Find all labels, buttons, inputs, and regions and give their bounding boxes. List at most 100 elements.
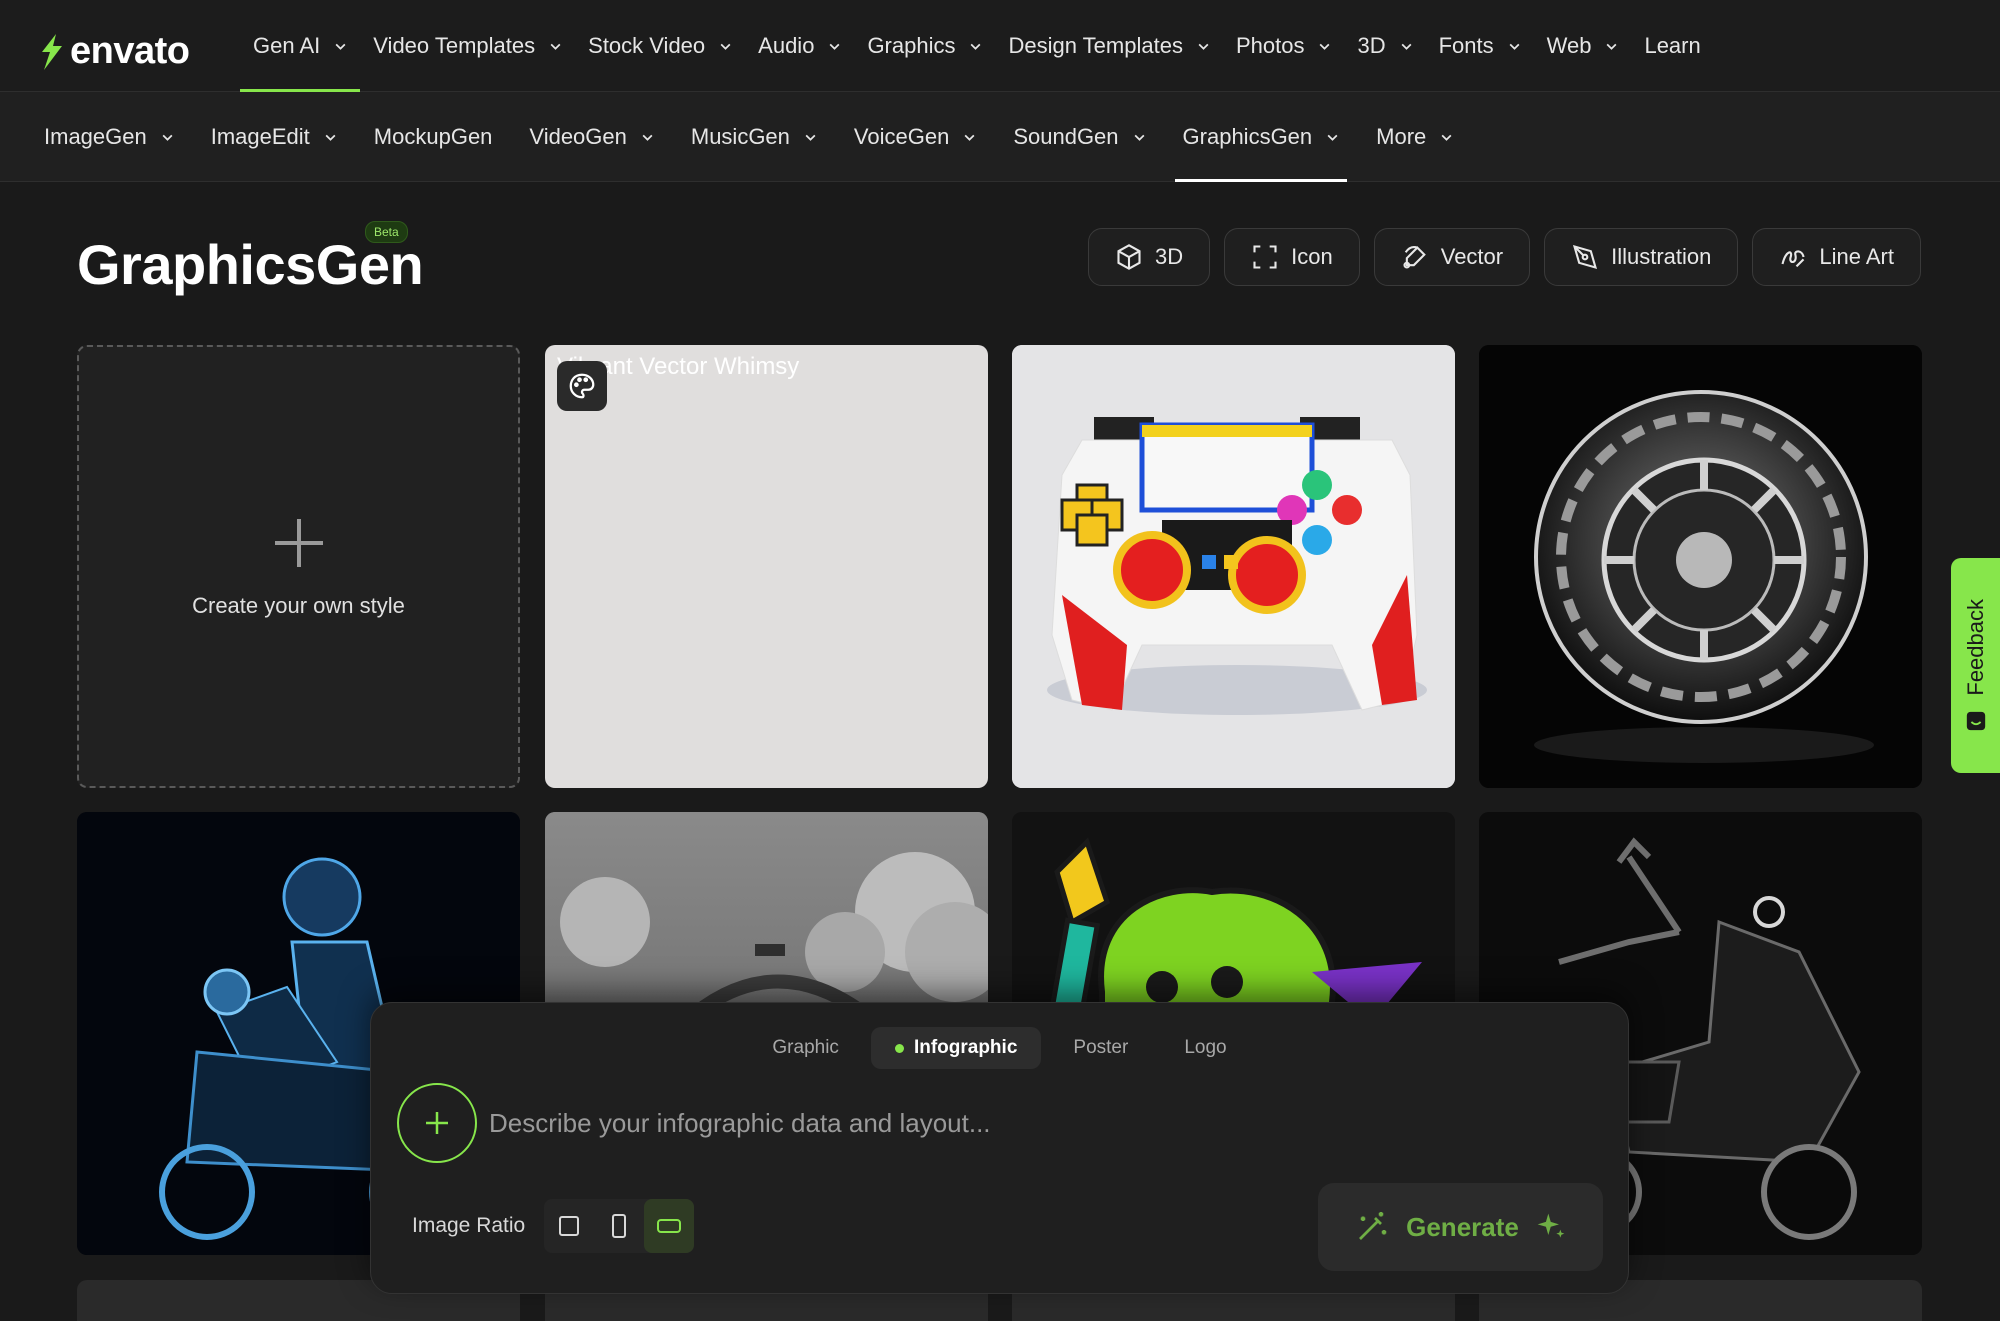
- feedback-tab[interactable]: Feedback: [1951, 558, 2000, 773]
- chevron-down-icon: [1401, 43, 1412, 50]
- subnav-label: SoundGen: [1013, 124, 1119, 149]
- tab-infographic[interactable]: Infographic: [870, 1027, 1042, 1069]
- topnav-3d[interactable]: 3D: [1344, 0, 1425, 92]
- prompt-input[interactable]: [489, 1099, 1489, 1147]
- tab-graphic[interactable]: Graphic: [748, 1027, 863, 1069]
- topnav-label: Photos: [1235, 33, 1305, 58]
- subnav-imageedit[interactable]: ImageEdit: [197, 92, 351, 182]
- subnav-label: MockupGen: [373, 124, 493, 149]
- ratio-portrait-button[interactable]: [594, 1199, 644, 1253]
- active-dot-icon: [894, 1043, 904, 1053]
- topnav-label: Stock Video: [588, 33, 706, 58]
- topnav-web[interactable]: Web: [1534, 0, 1632, 92]
- sparkle-icon: [1537, 1213, 1565, 1238]
- style-card-pixel-controller[interactable]: [1012, 345, 1455, 788]
- palette-icon: [569, 373, 595, 399]
- chip-line-art[interactable]: Line Art: [1752, 228, 1921, 286]
- subnav-imagegen[interactable]: ImageGen: [30, 92, 188, 182]
- chevron-down-icon: [720, 43, 731, 50]
- chevron-down-icon: [162, 134, 173, 141]
- generate-label: Generate: [1406, 1211, 1519, 1242]
- chip-illustration[interactable]: Illustration: [1544, 228, 1739, 286]
- glass-tire-image: [1479, 345, 1922, 788]
- frame-icon: [1253, 245, 1277, 269]
- chip-label: Line Art: [1819, 244, 1894, 269]
- subnav-label: ImageGen: [44, 124, 147, 149]
- generate-button[interactable]: Generate: [1318, 1183, 1603, 1271]
- pen-nib-icon: [1573, 244, 1598, 270]
- topnav-design-templates[interactable]: Design Templates: [995, 0, 1222, 92]
- envato-wordmark: envato: [70, 30, 190, 72]
- chip-3d[interactable]: 3D: [1088, 228, 1211, 286]
- topnav-graphics[interactable]: Graphics: [854, 0, 995, 92]
- topnav-audio[interactable]: Audio: [745, 0, 854, 92]
- subnav-soundgen[interactable]: SoundGen: [999, 92, 1159, 182]
- topnav-fonts[interactable]: Fonts: [1426, 0, 1534, 92]
- magic-wand-icon: [1359, 1212, 1387, 1240]
- chip-label: Illustration: [1611, 244, 1712, 269]
- chip-label: Vector: [1440, 244, 1504, 269]
- subnav-more[interactable]: More: [1362, 92, 1467, 182]
- topnav-label: Fonts: [1438, 33, 1494, 58]
- line-art-icon: [1781, 250, 1805, 268]
- chevron-down-icon: [971, 43, 981, 50]
- chevron-down-icon: [642, 134, 653, 141]
- subnav-label: VoiceGen: [853, 124, 950, 149]
- palette-button[interactable]: [557, 361, 607, 411]
- topnav-photos[interactable]: Photos: [1223, 0, 1345, 92]
- chevron-down-icon: [805, 134, 816, 141]
- chevron-down-icon: [1320, 43, 1330, 50]
- subnav-label: MusicGen: [690, 124, 790, 149]
- topnav-stock-video[interactable]: Stock Video: [575, 0, 745, 92]
- tab-logo[interactable]: Logo: [1160, 1027, 1250, 1069]
- subnav-graphicsgen[interactable]: GraphicsGen: [1169, 92, 1354, 182]
- cube-icon: [1117, 244, 1141, 270]
- subnav-musicgen[interactable]: MusicGen: [677, 92, 831, 182]
- topnav-label: Video Templates: [373, 33, 536, 58]
- chevron-down-icon: [550, 43, 561, 50]
- subnav-label: More: [1376, 124, 1427, 149]
- feedback-label: Feedback: [1962, 599, 1988, 696]
- beta-badge: Beta: [365, 221, 408, 243]
- chevron-down-icon: [335, 43, 346, 50]
- image-ratio-label: Image Ratio: [412, 1214, 526, 1237]
- topnav-label: 3D: [1357, 33, 1386, 58]
- envato-logo[interactable]: envato: [36, 30, 190, 73]
- chevron-down-icon: [1327, 134, 1338, 141]
- subnav-voicegen[interactable]: VoiceGen: [840, 92, 990, 182]
- topnav-video-templates[interactable]: Video Templates: [360, 0, 575, 92]
- topnav-label: Web: [1546, 33, 1592, 58]
- style-card-vibrant-vector[interactable]: Vibrant Vector Whimsy: [545, 345, 988, 788]
- chip-label: Icon: [1291, 244, 1333, 269]
- subnav-mockupgen[interactable]: MockupGen: [360, 92, 507, 182]
- ratio-landscape-button[interactable]: [644, 1199, 694, 1253]
- subnav-label: GraphicsGen: [1182, 124, 1313, 149]
- style-filter-chips: 3D Icon Vector Illustration Line Art: [1088, 228, 1921, 286]
- vector-pen-icon: [1403, 246, 1426, 269]
- subnav-label: VideoGen: [529, 124, 627, 149]
- tab-label: Infographic: [913, 1037, 1018, 1058]
- chip-label: 3D: [1155, 244, 1184, 269]
- tab-poster[interactable]: Poster: [1049, 1027, 1152, 1069]
- style-card-glass-tire[interactable]: [1479, 345, 1922, 788]
- subnav-label: ImageEdit: [210, 124, 310, 149]
- pixel-gamepad-image: [1012, 345, 1455, 788]
- topnav-learn[interactable]: Learn: [1631, 0, 1713, 92]
- plus-icon: [274, 518, 323, 567]
- tab-label: Graphic: [772, 1037, 839, 1058]
- chevron-down-icon: [1441, 134, 1452, 141]
- square-ratio-icon: [559, 1216, 579, 1236]
- top-navigation: envato Gen AI Video Templates Stock Vide…: [0, 0, 2000, 92]
- subnav-videogen[interactable]: VideoGen: [515, 92, 667, 182]
- create-style-card[interactable]: Create your own style: [77, 345, 520, 788]
- topnav-label: Audio: [758, 33, 815, 58]
- topnav-gen-ai[interactable]: Gen AI: [240, 0, 361, 92]
- topnav-label: Learn: [1644, 33, 1701, 58]
- ratio-square-button[interactable]: [544, 1199, 594, 1253]
- chip-vector[interactable]: Vector: [1373, 228, 1531, 286]
- add-reference-button[interactable]: [397, 1083, 477, 1163]
- portrait-ratio-icon: [612, 1214, 626, 1238]
- mode-tabs: Graphic Infographic Poster Logo: [371, 1027, 1628, 1069]
- chip-icon[interactable]: Icon: [1224, 228, 1360, 286]
- envato-leaf-icon: [42, 33, 62, 70]
